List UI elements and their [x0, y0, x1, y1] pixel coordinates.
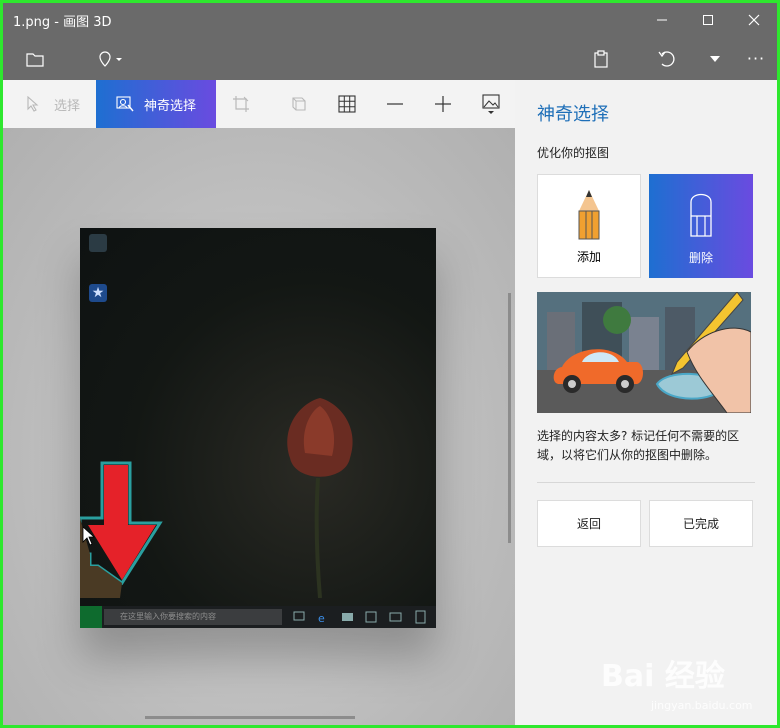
undo-icon	[658, 50, 675, 67]
select-label: 选择	[53, 98, 80, 114]
desktop-taskbar: 在这里输入你要搜索的内容 e	[80, 606, 436, 628]
view-button[interactable]	[475, 80, 507, 128]
back-button[interactable]: 返回	[537, 500, 641, 547]
tulip-flower	[287, 398, 353, 598]
select-tool[interactable]: 选择	[13, 80, 93, 128]
desktop-icon-2: ★	[89, 284, 107, 302]
vertical-scrollbar[interactable]	[508, 293, 511, 543]
magic-select-tool[interactable]: 神奇选择	[96, 80, 216, 128]
grid-toggle[interactable]	[331, 80, 363, 128]
zoom-in-button[interactable]	[427, 80, 459, 128]
remove-button[interactable]: 删除	[649, 174, 753, 278]
app-window: 1.png - 画图 3D ··· 选择 神奇选择 ★ 在这里输入你要搜索的内容…	[0, 0, 780, 728]
magic-select-label: 神奇选择	[143, 98, 196, 114]
panel-title: 神奇选择	[537, 104, 609, 125]
canvas-area[interactable]: ★ 在这里输入你要搜索的内容 e	[3, 128, 515, 725]
done-button[interactable]: 已完成	[649, 500, 753, 547]
desktop-icon-1	[89, 234, 107, 252]
mouse-cursor-icon	[82, 526, 96, 546]
grid-icon	[338, 95, 356, 113]
add-label: 添加	[576, 250, 601, 264]
watermark-url: jingyan.baidu.com	[651, 699, 753, 712]
paste-icon	[594, 49, 608, 68]
menu-button[interactable]	[17, 37, 53, 80]
zoom-in-icon	[435, 96, 451, 112]
paste-button[interactable]	[583, 37, 619, 80]
sticker-icon	[99, 50, 122, 67]
stickers-button[interactable]	[89, 37, 133, 80]
eraser-icon	[690, 193, 712, 237]
history-dropdown[interactable]	[703, 37, 727, 80]
more-button[interactable]: ···	[739, 37, 773, 80]
panel-description: 选择的内容太多? 标记任何不需要的区域，以将它们从你的抠图中删除。	[537, 429, 740, 462]
canvas-image[interactable]: ★ 在这里输入你要搜索的内容 e	[80, 228, 436, 628]
svg-text:e: e	[318, 612, 325, 625]
window-title: 1.png - 画图 3D	[13, 15, 112, 30]
zoom-out-icon	[387, 103, 403, 105]
top-toolbar: ···	[3, 37, 777, 80]
pencil-icon	[578, 190, 600, 240]
start-button	[80, 606, 102, 628]
undo-button[interactable]	[649, 37, 685, 80]
panel-divider	[537, 482, 755, 483]
title-bar[interactable]: 1.png - 画图 3D	[3, 3, 777, 37]
close-button[interactable]	[731, 3, 777, 37]
maximize-button[interactable]	[685, 3, 731, 37]
minimize-icon	[657, 19, 667, 21]
minimize-button[interactable]	[639, 3, 685, 37]
crop-tool[interactable]	[225, 80, 257, 128]
close-icon	[748, 14, 760, 26]
horizontal-scrollbar[interactable]	[145, 716, 355, 719]
add-button[interactable]: 添加	[537, 174, 641, 278]
crop-icon	[233, 96, 249, 112]
remove-label: 删除	[688, 251, 713, 265]
tool-ribbon: 选择 神奇选择	[3, 80, 515, 128]
maximize-icon	[703, 15, 713, 25]
remove-illustration	[537, 292, 751, 413]
selection-outline	[80, 461, 163, 598]
magic-select-panel: 神奇选择 优化你的抠图 添加 删除 选择的内容太多? 标记任何不需要的区域，以将…	[515, 80, 777, 725]
3d-select-tool[interactable]	[283, 80, 315, 128]
magic-select-icon	[116, 96, 134, 112]
zoom-out-button[interactable]	[379, 80, 411, 128]
3d-select-icon	[292, 97, 306, 111]
folder-icon	[26, 52, 44, 67]
image-icon	[482, 94, 500, 114]
dropdown-icon	[710, 55, 720, 62]
watermark-logo: Bai 经验	[601, 659, 725, 694]
taskbar-search: 在这里输入你要搜索的内容	[104, 609, 282, 625]
taskbar-icons: e	[293, 610, 426, 625]
pointer-icon	[27, 96, 39, 112]
panel-subtitle: 优化你的抠图	[537, 146, 610, 160]
